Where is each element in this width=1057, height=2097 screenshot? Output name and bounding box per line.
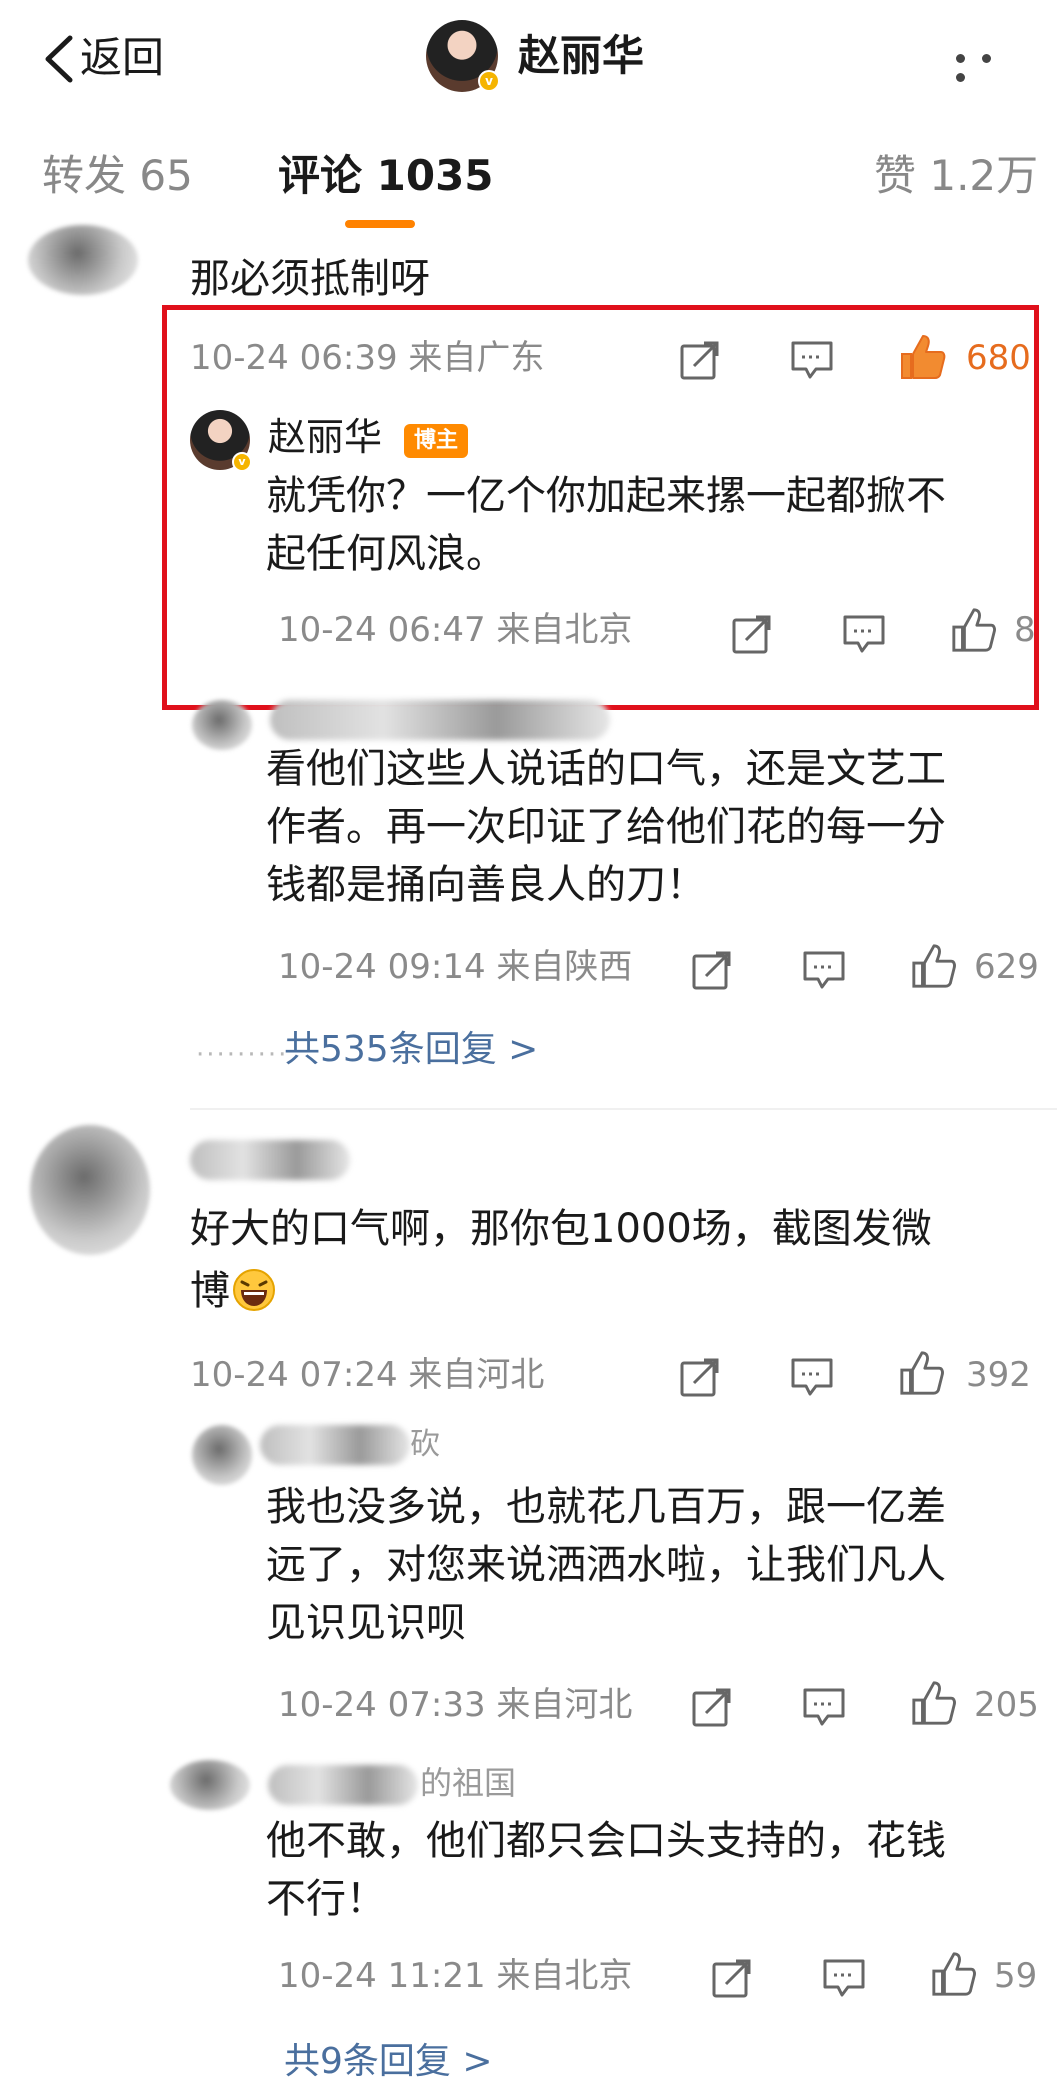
reply-text: 就凭你？一亿个你加起来摞一起都掀不: [266, 473, 946, 519]
more-replies-link[interactable]: 共535条回复 >: [284, 1026, 538, 1074]
comment-text: 那必须抵制呀: [190, 256, 430, 302]
like-icon[interactable]: [910, 942, 958, 990]
reply-text: 远了，对您来说洒洒水啦，让我们凡人: [266, 1542, 946, 1588]
share-icon[interactable]: [678, 338, 722, 382]
commenter-avatar[interactable]: [30, 1125, 150, 1255]
comment-text: 好大的口气啊，那你包1000场，截图发微: [190, 1206, 932, 1252]
reply-text: 不行！: [266, 1876, 386, 1922]
reply-avatar[interactable]: [170, 1760, 250, 1810]
reply-text: 钱都是捅向善良人的刀！: [266, 862, 706, 908]
like-count: 205: [974, 1685, 1039, 1725]
share-icon[interactable]: [678, 1355, 722, 1399]
reply-avatar[interactable]: [192, 700, 252, 750]
reply-author-name[interactable]: [270, 700, 610, 740]
share-icon[interactable]: [710, 1956, 754, 2000]
comment-icon[interactable]: [802, 950, 846, 990]
reply-text: 起任何风浪。: [266, 531, 506, 577]
reply-text: 看他们这些人说话的口气，还是文艺工: [266, 746, 946, 792]
like-icon[interactable]: [950, 606, 998, 654]
tab-likes[interactable]: 赞 1.2万: [874, 148, 1038, 204]
reply-text: 我也没多说，也就花几百万，跟一亿差: [266, 1484, 946, 1530]
tab-repost[interactable]: 转发 65: [42, 148, 193, 204]
comment-icon[interactable]: [790, 340, 834, 380]
reply-dots: ·········: [196, 1040, 289, 1070]
reply-text: 作者。再一次印证了给他们花的每一分: [266, 804, 946, 850]
back-chevron-icon[interactable]: [40, 34, 80, 84]
host-badge: 博主: [404, 424, 469, 458]
reply-meta: 10-24 09:14 来自陕西: [278, 947, 633, 987]
like-count: 392: [966, 1355, 1031, 1395]
reply-author-name[interactable]: 赵丽华: [268, 412, 382, 462]
tab-active-indicator: [345, 220, 415, 228]
comment-icon[interactable]: [790, 1357, 834, 1397]
reply-author-name-fragment: 砍: [410, 1427, 440, 1462]
comment-meta: 10-24 06:39 来自广东: [190, 338, 545, 378]
reply-author-name[interactable]: [260, 1425, 410, 1465]
verified-badge-icon: v: [232, 452, 252, 472]
commenter-name[interactable]: [190, 1140, 350, 1180]
comment-divider: [190, 1108, 1057, 1110]
comment-icon[interactable]: [802, 1687, 846, 1727]
like-icon[interactable]: [898, 332, 948, 382]
like-count: 59: [994, 1956, 1038, 1996]
like-count: 8: [1014, 610, 1036, 650]
reply-text: 见识见识呗: [266, 1600, 466, 1646]
share-icon[interactable]: [730, 612, 774, 656]
laugh-emoji-icon: [233, 1269, 275, 1311]
reply-avatar[interactable]: [192, 1425, 252, 1485]
reply-meta: 10-24 06:47 来自北京: [278, 610, 633, 650]
back-button-label[interactable]: 返回: [80, 30, 164, 86]
reply-text: 他不敢，他们都只会口头支持的，花钱: [266, 1818, 946, 1864]
reply-meta: 10-24 07:33 来自河北: [278, 1685, 633, 1725]
like-count: 680: [966, 338, 1031, 378]
comment-icon[interactable]: [822, 1958, 866, 1998]
verified-badge-icon: v: [478, 70, 500, 92]
comment-text: 博: [190, 1268, 230, 1314]
more-icon[interactable]: [956, 48, 1026, 82]
like-icon[interactable]: [910, 1679, 958, 1727]
comment-meta: 10-24 07:24 来自河北: [190, 1355, 545, 1395]
like-count: 629: [974, 947, 1039, 987]
reply-meta: 10-24 11:21 来自北京: [278, 1956, 633, 1996]
reply-author-name[interactable]: [268, 1765, 418, 1805]
more-replies-link[interactable]: 共9条回复 >: [284, 2038, 493, 2086]
comment-icon[interactable]: [842, 614, 886, 654]
like-icon[interactable]: [898, 1349, 946, 1397]
commenter-avatar[interactable]: [28, 225, 138, 295]
tab-comments[interactable]: 评论 1035: [278, 148, 494, 204]
share-icon[interactable]: [690, 948, 734, 992]
share-icon[interactable]: [690, 1685, 734, 1729]
reply-author-name-fragment: 的祖国: [420, 1764, 517, 1802]
page-title: 赵丽华: [518, 31, 645, 80]
like-icon[interactable]: [930, 1950, 978, 1998]
